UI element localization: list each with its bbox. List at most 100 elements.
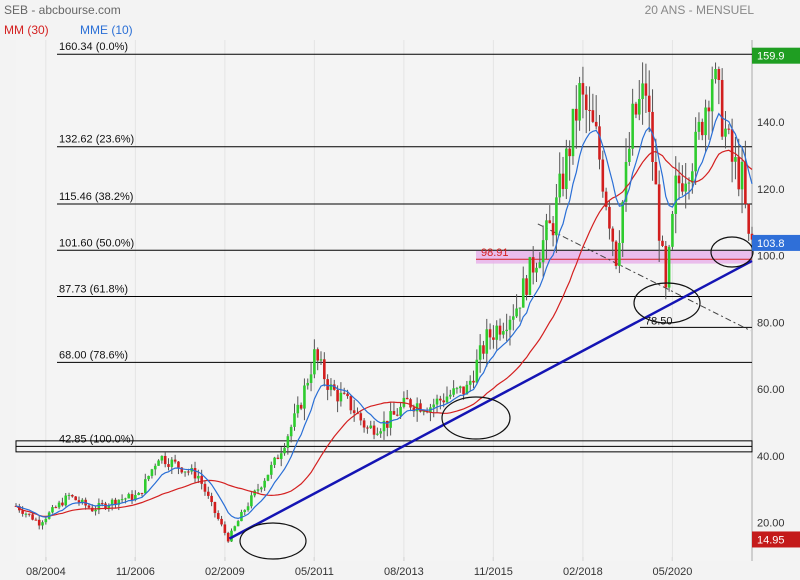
candle-body xyxy=(24,513,28,515)
candle-body xyxy=(206,491,210,496)
candle-body xyxy=(405,397,409,400)
candle-body xyxy=(210,495,213,503)
fib-level-label: 87.73 (61.8%) xyxy=(59,284,128,296)
x-tick-label: 05/2020 xyxy=(653,566,693,578)
candle-body xyxy=(409,399,412,408)
candle-body xyxy=(482,345,485,354)
candle-body xyxy=(488,329,492,338)
candle-body xyxy=(87,505,91,508)
candle-body xyxy=(571,108,575,157)
candle-body xyxy=(618,242,621,266)
x-tick-label: 08/2013 xyxy=(384,566,424,578)
candle-body xyxy=(140,492,144,494)
candle-body xyxy=(366,427,369,429)
candle-body xyxy=(541,240,545,263)
candle-body xyxy=(306,382,310,386)
candle-body xyxy=(177,461,180,468)
candle-body xyxy=(296,404,300,414)
candle-body xyxy=(220,518,223,525)
y-tick-label: 80.00 xyxy=(757,317,785,329)
candle-body xyxy=(399,406,402,416)
candle-body xyxy=(681,183,684,192)
candle-body xyxy=(531,257,535,273)
candle-body xyxy=(671,213,674,247)
candle-body xyxy=(31,514,34,520)
candle-body xyxy=(283,447,286,454)
candle-body xyxy=(71,494,74,497)
candle-body xyxy=(588,109,591,111)
candle-body xyxy=(535,267,538,273)
candle-body xyxy=(250,495,253,507)
candle-body xyxy=(386,420,389,428)
candle-body xyxy=(395,414,399,416)
candle-body xyxy=(74,496,77,501)
candle-body xyxy=(740,161,744,190)
candle-body xyxy=(260,487,263,490)
candle-body xyxy=(316,349,319,361)
candle-body xyxy=(611,228,615,242)
candle-body xyxy=(54,507,58,509)
candle-body xyxy=(266,474,270,481)
candle-body xyxy=(710,79,714,112)
candle-body xyxy=(319,359,323,361)
ema-legend: MME (10) xyxy=(80,23,133,37)
x-tick-label: 02/2009 xyxy=(205,566,245,578)
last-price-tag-text: 103.8 xyxy=(757,238,785,250)
candle-body xyxy=(27,513,31,515)
candle-body xyxy=(389,411,392,428)
candle-body xyxy=(137,492,140,496)
candle-body xyxy=(455,388,459,390)
candle-body xyxy=(634,103,638,115)
candle-body xyxy=(432,404,436,408)
candle-body xyxy=(644,83,648,96)
candle-body xyxy=(674,175,678,214)
candle-body xyxy=(193,467,197,479)
y-tick-label: 40.00 xyxy=(757,451,785,463)
candle-body xyxy=(124,498,127,500)
candle-body xyxy=(153,465,157,470)
candle-body xyxy=(372,425,376,435)
candle-body xyxy=(263,480,266,488)
candle-body xyxy=(203,483,207,492)
candle-body xyxy=(452,388,455,395)
candle-body xyxy=(720,79,724,137)
x-tick-label: 02/2018 xyxy=(563,566,603,578)
candle-body xyxy=(256,489,260,491)
chart-svg: 20.00 40.00 60.00 80.00 100.0 120.0 140.0 08/20… xyxy=(14,40,800,578)
candle-body xyxy=(130,494,134,501)
plot-area xyxy=(16,40,752,561)
candle-body xyxy=(528,257,532,295)
candle-body xyxy=(77,500,81,503)
candle-body xyxy=(614,241,618,266)
x-tick-label: 11/2006 xyxy=(116,566,155,578)
y-tick-label: 140.0 xyxy=(757,117,785,129)
candle-body xyxy=(213,502,217,514)
candle-body xyxy=(313,349,316,375)
candle-body xyxy=(442,400,445,403)
candle-body xyxy=(518,307,522,309)
candle-body xyxy=(243,510,247,513)
candle-body xyxy=(704,107,707,136)
candle-body xyxy=(200,475,203,484)
candle-body xyxy=(359,413,363,421)
candle-body xyxy=(187,471,190,473)
candle-body xyxy=(173,459,177,462)
candle-body xyxy=(697,121,701,132)
candle-body xyxy=(578,83,581,121)
candle-body xyxy=(339,392,343,402)
candle-body xyxy=(379,431,382,434)
candle-body xyxy=(714,69,717,80)
candle-body xyxy=(233,526,237,531)
candle-body xyxy=(548,220,552,224)
candle-body xyxy=(286,436,290,448)
candle-body xyxy=(170,459,174,467)
candle-body xyxy=(67,494,71,496)
candle-body xyxy=(492,337,495,340)
candle-body xyxy=(568,148,571,157)
candle-body xyxy=(369,425,373,429)
candle-body xyxy=(667,246,671,288)
candle-body xyxy=(150,469,154,476)
candle-body xyxy=(163,455,167,465)
candle-body xyxy=(555,197,558,236)
source-label: SEB - abcbourse.com xyxy=(4,3,121,17)
